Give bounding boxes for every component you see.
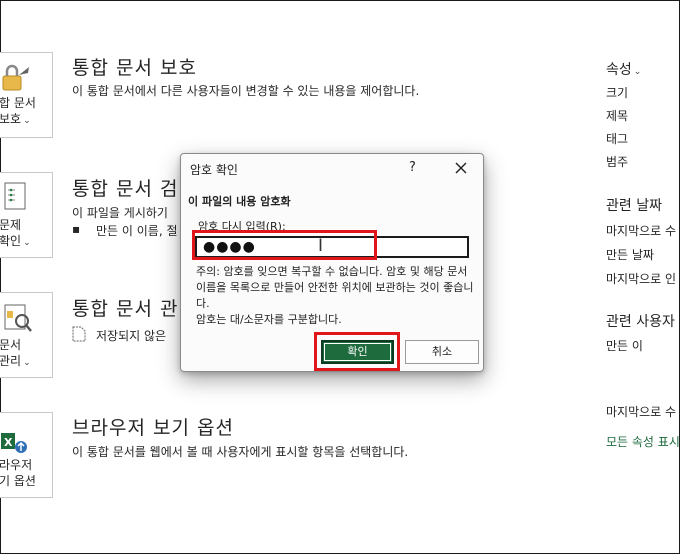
prop-last-printed: 마지막으로 인 xyxy=(606,272,677,286)
section-title-browser: 브라우저 보기 옵션 xyxy=(72,417,234,439)
chevron-down-icon: ⌄ xyxy=(633,67,642,77)
reenter-password-label: 암호 다시 입력(R): xyxy=(198,220,286,233)
manage-workbook-button[interactable]: 문서 관리 ⌄ xyxy=(0,292,53,378)
lock-icon xyxy=(2,64,29,91)
check-label-1: 문제 xyxy=(0,218,22,232)
text-cursor-icon: Ⅰ xyxy=(318,236,324,256)
check-issues-button[interactable]: 문제 확인 ⌄ xyxy=(0,172,53,258)
dialog-heading: 이 파일의 내용 암호화 xyxy=(188,195,291,208)
section-desc-inspect: 이 파일을 게시하기 xyxy=(72,206,168,220)
section-sub-manage: 저장되지 않은 xyxy=(96,329,167,343)
encrypt-confirm-dialog: 암호 확인 ? 이 파일의 내용 암호화 암호 다시 입력(R): ●●●● Ⅰ… xyxy=(180,153,484,372)
section-desc-protect: 이 통합 문서에서 다른 사용자들이 변경할 수 있는 내용을 제어합니다. xyxy=(72,84,420,98)
bullet-icon: ▪ xyxy=(72,222,81,236)
prop-title: 제목 xyxy=(606,109,629,123)
section-title-protect: 통합 문서 보호 xyxy=(72,57,197,79)
chevron-down-icon: ⌄ xyxy=(23,116,31,126)
section-title-manage: 통합 문서 관 xyxy=(72,298,179,320)
prop-size: 크기 xyxy=(606,86,629,100)
show-all-properties-link[interactable]: 모든 속성 표시 xyxy=(606,433,680,450)
chevron-down-icon: ⌄ xyxy=(23,238,31,248)
section-title-inspect: 통합 문서 검 xyxy=(72,178,179,200)
chevron-down-icon: ⌄ xyxy=(23,358,31,368)
related-people-header: 관련 사용자 xyxy=(606,314,675,330)
prop-last-modified: 마지막으로 수 xyxy=(606,224,677,238)
check-label-2: 확인 xyxy=(0,234,22,248)
section-desc-browser: 이 통합 문서를 웹에서 볼 때 사용자에게 표시할 항목을 선택합니다. xyxy=(72,445,409,459)
excel-globe-icon: X xyxy=(1,433,27,453)
protect-label-1: 합 문서 xyxy=(0,96,36,110)
warning-note: 주의: 암호를 잊으면 복구할 수 없습니다. 암호 및 해당 문서 이름을 목… xyxy=(196,265,474,326)
browser-label-1: 라우저 xyxy=(0,458,33,472)
section-sub-inspect: 만든 이 이름, 절 xyxy=(96,224,178,238)
manage-label-1: 문서 xyxy=(0,338,22,352)
inspect-document-icon xyxy=(4,182,26,210)
document-icon xyxy=(72,326,86,342)
prop-category: 범주 xyxy=(606,155,629,169)
prop-last-modified-by: 마지막으로 수 xyxy=(606,405,677,419)
password-input[interactable]: ●●●● xyxy=(195,236,469,258)
close-icon[interactable] xyxy=(449,157,473,179)
related-dates-header: 관련 날짜 xyxy=(606,198,662,214)
browser-label-2: 기 옵션 xyxy=(0,474,36,488)
dialog-title: 암호 확인 xyxy=(190,163,238,177)
manage-label-2: 관리 xyxy=(0,354,22,368)
svg-text:X: X xyxy=(4,436,13,449)
browser-view-options-button[interactable]: X 라우저 기 옵션 xyxy=(0,412,53,498)
properties-header[interactable]: 속성 ⌄ xyxy=(606,59,641,79)
ok-button[interactable]: 확인 xyxy=(321,340,394,364)
prop-author: 만든 이 xyxy=(606,339,643,353)
protect-label-2: 보호 xyxy=(0,112,22,126)
help-button[interactable]: ? xyxy=(409,160,416,175)
prop-created: 만든 날짜 xyxy=(606,248,654,262)
protect-workbook-button[interactable]: 합 문서 보호 ⌄ xyxy=(0,52,53,138)
cancel-button[interactable]: 취소 xyxy=(405,340,479,364)
prop-tags: 태그 xyxy=(606,132,629,146)
manage-document-icon xyxy=(4,304,32,332)
